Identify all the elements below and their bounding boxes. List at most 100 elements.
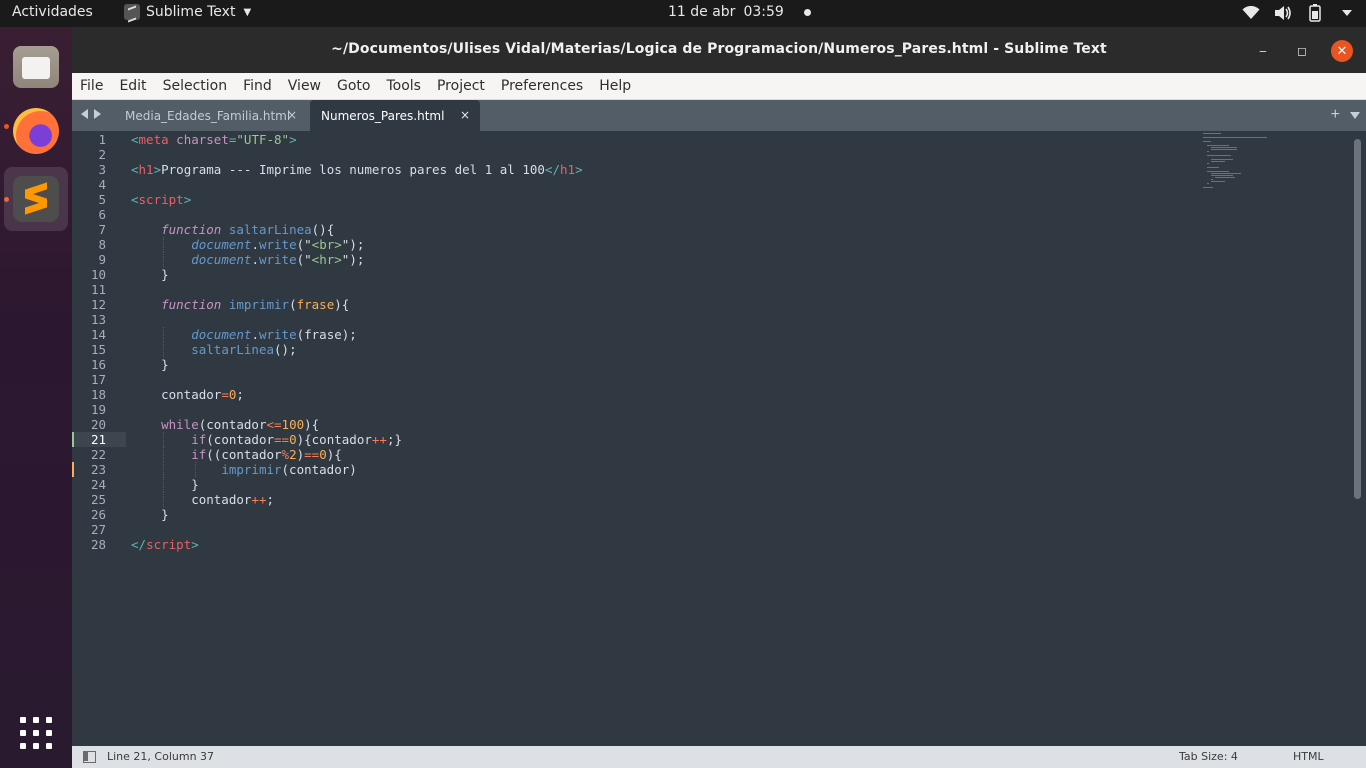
line-number: 5: [98, 192, 106, 207]
system-tray[interactable]: [1242, 4, 1356, 22]
line-number: 7: [98, 222, 106, 237]
menu-preferences[interactable]: Preferences: [493, 73, 591, 100]
maximize-button[interactable]: ◻: [1291, 40, 1313, 62]
menu-file[interactable]: File: [72, 73, 111, 100]
dock-firefox[interactable]: [4, 99, 68, 163]
indent-guide: [162, 477, 164, 492]
code-line: contador=0;: [131, 387, 244, 402]
power-menu-icon[interactable]: [1338, 4, 1356, 22]
line-number: 26: [90, 507, 106, 522]
activities-button[interactable]: Actividades: [12, 4, 93, 20]
line-number: 22: [90, 447, 106, 462]
tab-label: Media_Edades_Familia.html: [125, 108, 291, 123]
tab-media-edades-familia[interactable]: Media_Edades_Familia.html ×: [112, 100, 307, 131]
tab-numeros-pares[interactable]: Numeros_Pares.html ×: [310, 100, 480, 131]
code-line: contador++;: [131, 492, 275, 507]
code-line: function imprimir(frase){: [161, 297, 350, 312]
code-line: </script>: [131, 537, 199, 552]
clock-date: 11 de abr: [668, 4, 736, 20]
indent-guide: [162, 252, 164, 267]
indent-guide: [162, 447, 164, 462]
tab-close-icon[interactable]: ×: [287, 108, 297, 122]
tab-close-icon[interactable]: ×: [460, 108, 470, 122]
code-line: <meta charset="UTF-8">: [131, 132, 297, 147]
dock-files[interactable]: [4, 35, 68, 99]
tab-label: Numeros_Pares.html: [321, 108, 445, 123]
tab-next-icon[interactable]: [94, 109, 101, 119]
menu-view[interactable]: View: [280, 73, 329, 100]
app-menu[interactable]: Sublime Text ▼: [124, 4, 251, 20]
code-line: <h1>Programa --- Imprime los numeros par…: [131, 162, 583, 177]
line-number: 20: [90, 417, 106, 432]
window-title: ~/Documentos/Ulises Vidal/Materias/Logic…: [331, 41, 1107, 57]
code-editor[interactable]: 1 2 3 4 5 6 7 8 9 10 11 12 13 14 15 16 17 18 19 20 21 22 23 24 2…: [72, 131, 1366, 746]
indent-guide: [162, 462, 164, 477]
indent-guide: [194, 462, 196, 477]
menu-project[interactable]: Project: [429, 73, 493, 100]
clock[interactable]: 11 de abr 03:59: [668, 4, 811, 20]
syntax-selector[interactable]: HTML: [1293, 750, 1324, 763]
code-line: saltarLinea();: [191, 342, 297, 357]
line-number: 28: [90, 537, 106, 552]
sublime-text-small-icon: [124, 4, 140, 20]
line-number: 21: [90, 432, 106, 447]
indent-guide: [162, 237, 164, 252]
code-line: if(contador==0){contador++;}: [191, 432, 402, 447]
tab-bar: Media_Edades_Familia.html × Numeros_Pare…: [72, 100, 1366, 131]
minimize-button[interactable]: ‒: [1252, 40, 1274, 62]
menu-edit[interactable]: Edit: [111, 73, 154, 100]
cursor-position: Line 21, Column 37: [107, 750, 215, 763]
sublime-window: ~/Documentos/Ulises Vidal/Materias/Logic…: [72, 27, 1366, 768]
line-number: 12: [90, 297, 106, 312]
dock: [0, 27, 72, 768]
line-number: 19: [90, 402, 106, 417]
new-tab-icon[interactable]: +: [1331, 106, 1340, 124]
volume-icon[interactable]: [1274, 4, 1292, 22]
toggle-panel-icon[interactable]: [83, 751, 96, 763]
menu-find[interactable]: Find: [235, 73, 280, 100]
menu-selection[interactable]: Selection: [155, 73, 236, 100]
line-number: 1: [98, 132, 106, 147]
line-number: 6: [98, 207, 106, 222]
line-number: 27: [90, 522, 106, 537]
caret-down-icon: ▼: [243, 6, 252, 18]
line-number: 16: [90, 357, 106, 372]
app-menu-label: Sublime Text: [146, 4, 236, 20]
minimap[interactable]: [1203, 133, 1283, 193]
wifi-icon[interactable]: [1242, 4, 1260, 22]
status-bar: Line 21, Column 37 Tab Size: 4 HTML: [72, 746, 1366, 768]
code-line: <script>: [131, 192, 192, 207]
indent-guide: [162, 492, 164, 507]
show-applications-icon[interactable]: [20, 717, 52, 749]
line-number: 17: [90, 372, 106, 387]
line-number: 14: [90, 327, 106, 342]
menu-goto[interactable]: Goto: [329, 73, 378, 100]
code-line: while(contador<=100){: [161, 417, 320, 432]
code-line: }: [131, 507, 169, 522]
line-number: 10: [90, 267, 106, 282]
code-line: }: [131, 267, 169, 282]
line-number: 13: [90, 312, 106, 327]
sublime-text-icon: [13, 176, 59, 222]
dock-sublime-text[interactable]: [4, 167, 68, 231]
files-icon: [13, 46, 59, 88]
indent-guide: [162, 342, 164, 357]
tab-list-dropdown-icon[interactable]: [1350, 111, 1360, 119]
line-number-gutter: 1 2 3 4 5 6 7 8 9 10 11 12 13 14 15 16 17 18 19 20 21 22 23 24 2…: [72, 131, 126, 746]
code-line: document.write("<hr>");: [191, 252, 365, 267]
title-bar[interactable]: ~/Documentos/Ulises Vidal/Materias/Logic…: [72, 27, 1366, 73]
code-line: }: [131, 357, 169, 372]
line-number: 25: [90, 492, 106, 507]
line-number: 15: [90, 342, 106, 357]
tab-size-selector[interactable]: Tab Size: 4: [1179, 750, 1238, 763]
close-button[interactable]: ✕: [1331, 40, 1353, 62]
tab-navigation: [81, 109, 101, 119]
line-number: 9: [98, 252, 106, 267]
tab-prev-icon[interactable]: [81, 109, 88, 119]
menu-tools[interactable]: Tools: [378, 73, 429, 100]
battery-icon[interactable]: [1306, 4, 1324, 22]
vertical-scrollbar[interactable]: [1354, 139, 1361, 499]
menu-help[interactable]: Help: [591, 73, 639, 100]
line-number: 3: [98, 162, 106, 177]
indent-guide: [162, 327, 164, 342]
